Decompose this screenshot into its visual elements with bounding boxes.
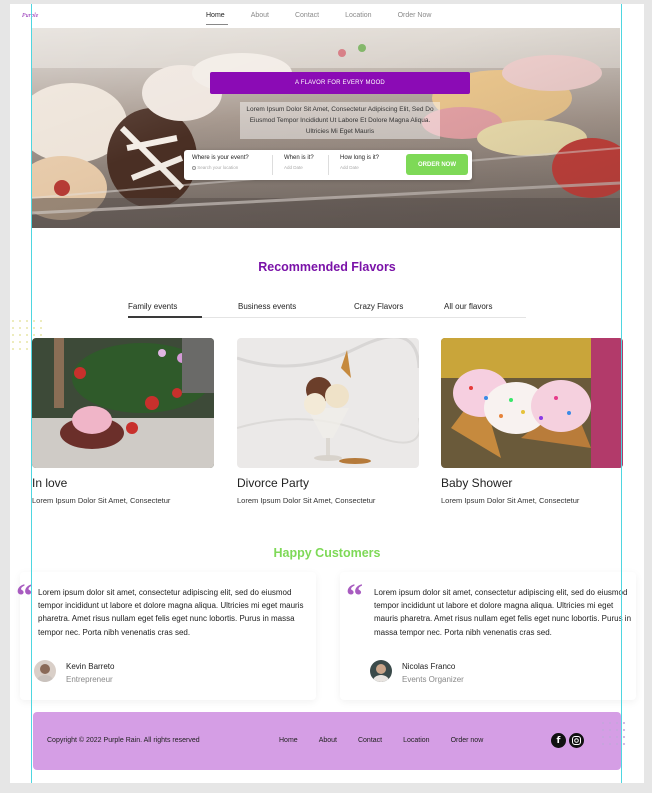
flavor-card[interactable]: In love Lorem Ipsum Dolor Sit Amet, Cons…: [32, 338, 214, 505]
footer-link-contact[interactable]: Contact: [358, 737, 382, 744]
sprinkle-cones-photo: [441, 338, 623, 468]
nav-contact[interactable]: Contact: [295, 12, 319, 19]
flavor-card-desc: Lorem Ipsum Dolor Sit Amet, Consectetur: [441, 496, 580, 505]
testimonial-text: Lorem ipsum dolor sit amet, consectetur …: [374, 588, 632, 637]
footer-link-location[interactable]: Location: [403, 737, 429, 744]
flavor-card[interactable]: Divorce Party Lorem Ipsum Dolor Sit Amet…: [237, 338, 419, 505]
flavor-card-title: Divorce Party: [237, 476, 310, 490]
quote-icon: “: [346, 578, 363, 615]
hero-title: A FLAVOR FOR EVERY MOOD: [210, 72, 470, 94]
tab-all-flavors[interactable]: All our flavors: [444, 302, 492, 311]
hero-banner: A FLAVOR FOR EVERY MOOD Lorem Ipsum Dolo…: [32, 28, 620, 228]
tab-crazy-flavors[interactable]: Crazy Flavors: [354, 302, 403, 311]
avatar: [34, 660, 56, 682]
booking-duration-field[interactable]: How long is it? Add Date: [340, 155, 379, 170]
hero-subtitle: Lorem Ipsum Dolor Sit Amet, Consectetur …: [240, 102, 440, 139]
booking-date-label: When is it?: [284, 155, 314, 161]
booking-bar: Where is your event? Search your locatio…: [184, 150, 472, 180]
booking-location-label: Where is your event?: [192, 155, 249, 161]
footer: Copyright © 2022 Purple Rain. All rights…: [33, 712, 621, 770]
booking-date-field[interactable]: When is it? Add Date: [284, 155, 314, 170]
flavor-card-image: [441, 338, 623, 468]
footer-link-home[interactable]: Home: [279, 737, 298, 744]
footer-copyright: Copyright © 2022 Purple Rain. All rights…: [47, 737, 200, 744]
customers-title: Happy Customers: [273, 546, 381, 560]
strawberry-dessert-photo: [32, 338, 214, 468]
testimonial-text: Lorem ipsum dolor sit amet, consectetur …: [38, 588, 304, 637]
top-nav: Home About Contact Location Order Now: [206, 12, 457, 19]
flavor-tabs: Family events Business events Crazy Flav…: [128, 300, 526, 318]
flavor-card-image: [237, 338, 419, 468]
nav-active-indicator: [206, 24, 228, 25]
nav-home[interactable]: Home: [206, 12, 225, 19]
booking-date-placeholder: Add Date: [284, 165, 303, 170]
footer-nav: Home About Contact Location Order now: [279, 737, 504, 744]
booking-duration-placeholder: Add Date: [340, 165, 359, 170]
testimonial-name: Kevin Barreto: [66, 662, 115, 671]
booking-divider: [328, 155, 329, 175]
facebook-icon[interactable]: f: [551, 733, 566, 748]
footer-link-order-now[interactable]: Order now: [451, 737, 484, 744]
booking-location-field[interactable]: Where is your event? Search your locatio…: [192, 155, 249, 170]
flavor-card-desc: Lorem Ipsum Dolor Sit Amet, Consectetur: [237, 496, 376, 505]
booking-location-placeholder: Search your location: [197, 165, 239, 170]
testimonial-role: Entrepreneur: [66, 675, 113, 684]
nav-about[interactable]: About: [251, 12, 269, 19]
nav-order-now[interactable]: Order Now: [398, 12, 432, 19]
flavor-card[interactable]: Baby Shower Lorem Ipsum Dolor Sit Amet, …: [441, 338, 623, 505]
testimonial-role: Events Organizer: [402, 675, 464, 684]
avatar: [370, 660, 392, 682]
tab-active-indicator: [128, 316, 202, 318]
flavor-card-desc: Lorem Ipsum Dolor Sit Amet, Consectetur: [32, 496, 171, 505]
footer-link-about[interactable]: About: [319, 737, 337, 744]
booking-divider: [272, 155, 273, 175]
layout-guide-left: [31, 4, 32, 783]
sundae-glass-photo: [237, 338, 419, 468]
recommended-title: Recommended Flavors: [258, 260, 396, 274]
flavor-card-title: Baby Shower: [441, 476, 513, 490]
booking-duration-label: How long is it?: [340, 155, 380, 161]
testimonial-card: “ Lorem ipsum dolor sit amet, consectetu…: [16, 572, 316, 700]
layout-guide-right: [621, 4, 622, 783]
instagram-icon[interactable]: [569, 733, 584, 748]
page-canvas: Purple Home About Contact Location Order…: [10, 4, 644, 783]
search-icon: [192, 165, 196, 170]
flavor-card-title: In love: [32, 476, 68, 490]
nav-location[interactable]: Location: [345, 12, 371, 19]
tab-family-events[interactable]: Family events: [128, 302, 177, 311]
testimonial-card: “ Lorem ipsum dolor sit amet, consectetu…: [340, 572, 636, 700]
tab-business-events[interactable]: Business events: [238, 302, 296, 311]
order-now-button[interactable]: ORDER NOW: [406, 154, 468, 175]
testimonial-name: Nicolas Franco: [402, 662, 456, 671]
flavor-card-image: [32, 338, 214, 468]
